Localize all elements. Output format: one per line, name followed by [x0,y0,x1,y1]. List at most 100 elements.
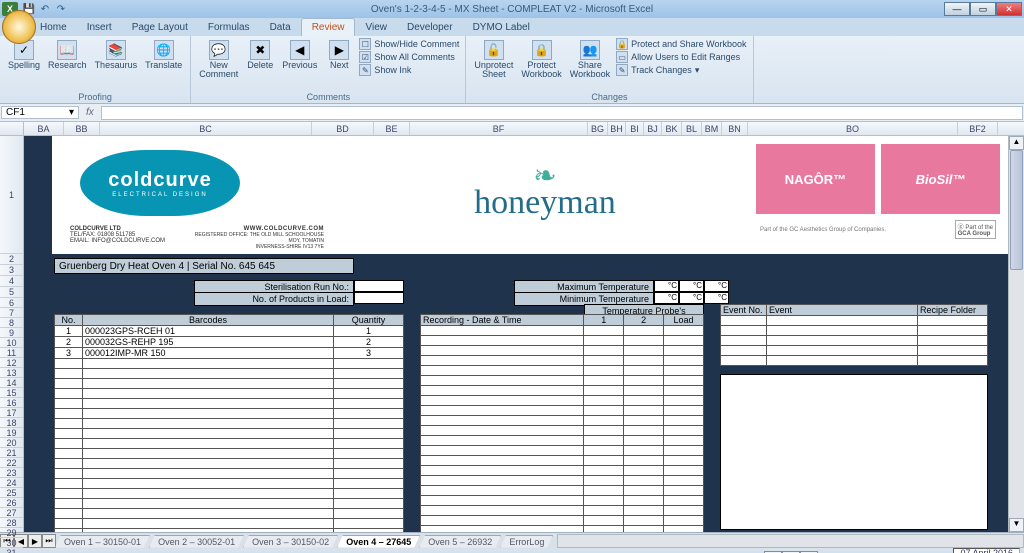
table-row[interactable] [55,439,404,449]
col-header[interactable]: BE [374,122,410,135]
table-row[interactable] [721,336,988,346]
tab-page-layout[interactable]: Page Layout [122,19,198,36]
table-row[interactable] [55,489,404,499]
table-row[interactable] [55,459,404,469]
table-row[interactable] [55,509,404,519]
worksheet[interactable]: coldcurve ELECTRICAL DESIGN COLDCURVE LT… [24,136,1008,532]
row-header[interactable]: 25 [0,488,23,498]
col-header[interactable]: BG [588,122,608,135]
row-header[interactable]: 12 [0,358,23,368]
col-header[interactable]: BN [722,122,748,135]
col-header[interactable]: BJ [644,122,662,135]
row-header[interactable]: 13 [0,368,23,378]
table-row[interactable] [55,369,404,379]
row-header[interactable]: 29 [0,528,23,538]
tab-home[interactable]: Home [30,19,77,36]
table-row[interactable] [421,356,704,366]
row-header[interactable]: 18 [0,418,23,428]
tab-nav-last-icon[interactable]: ⏭ [42,534,56,548]
row-header[interactable]: 22 [0,458,23,468]
row-header[interactable]: 17 [0,408,23,418]
row-header[interactable]: 16 [0,398,23,408]
table-row[interactable] [721,326,988,336]
sheet-tab[interactable]: Oven 4 – 27645 [337,535,420,548]
table-row[interactable] [421,386,704,396]
protect-workbook-button[interactable]: 🔒Protect Workbook [519,38,563,81]
new-comment-button[interactable]: 💬New Comment [197,38,240,81]
row-header[interactable]: 26 [0,498,23,508]
track-changes-button[interactable]: ✎Track Changes ▾ [616,64,746,76]
thesaurus-button[interactable]: 📚Thesaurus [93,38,140,72]
table-row[interactable] [421,496,704,506]
products-value[interactable] [354,292,404,304]
name-box[interactable]: CF1▾ [1,106,79,119]
col-header[interactable]: BA [24,122,64,135]
unprotect-sheet-button[interactable]: 🔓Unprotect Sheet [472,38,515,81]
row-header[interactable]: 24 [0,478,23,488]
delete-comment-button[interactable]: ✖Delete [244,38,276,72]
formula-input[interactable] [101,106,1023,120]
table-row[interactable] [55,379,404,389]
tab-review[interactable]: Review [301,18,356,36]
maximize-button[interactable]: ▭ [970,2,996,16]
scroll-down-icon[interactable]: ▼ [1009,518,1024,532]
minimize-button[interactable]: — [944,2,970,16]
sheet-tab[interactable]: Oven 5 – 26932 [419,535,501,548]
table-row[interactable] [421,346,704,356]
row-header[interactable]: 23 [0,468,23,478]
table-row[interactable] [421,526,704,533]
table-row[interactable] [421,516,704,526]
table-row[interactable] [421,336,704,346]
tab-nav-next-icon[interactable]: ▶ [28,534,42,548]
table-row[interactable] [421,446,704,456]
col-header[interactable]: BO [748,122,958,135]
office-button[interactable] [2,10,36,44]
col-header[interactable]: BL [682,122,702,135]
horizontal-scrollbar[interactable] [557,534,1024,548]
row-header[interactable]: 5 [0,287,23,298]
table-row[interactable] [55,499,404,509]
scroll-up-icon[interactable]: ▲ [1009,136,1024,150]
table-row[interactable] [55,449,404,459]
tab-view[interactable]: View [355,19,397,36]
sheet-tab[interactable]: Oven 2 – 30052-01 [149,535,244,548]
table-row[interactable] [421,366,704,376]
tab-formulas[interactable]: Formulas [198,19,260,36]
row-header[interactable]: 3 [0,265,23,276]
table-row[interactable] [421,396,704,406]
table-row[interactable]: 1000023GPS-RCEH 011 [55,326,404,337]
protect-share-button[interactable]: 🔒Protect and Share Workbook [616,38,746,50]
row-header[interactable]: 11 [0,348,23,358]
max-t2[interactable]: °C [679,280,704,292]
row-header[interactable]: 2 [0,254,23,265]
table-row[interactable] [55,419,404,429]
table-row[interactable] [721,346,988,356]
vertical-scrollbar[interactable]: ▲ ▼ [1008,136,1024,532]
max-t3[interactable]: °C [704,280,729,292]
table-row[interactable] [421,406,704,416]
col-header[interactable]: BF2 [958,122,998,135]
table-row[interactable] [421,466,704,476]
sheet-tab[interactable]: Oven 1 – 30150-01 [55,535,150,548]
row-header[interactable]: 7 [0,308,23,318]
row-header[interactable]: 15 [0,388,23,398]
translate-button[interactable]: 🌐Translate [143,38,184,72]
undo-icon[interactable]: ↶ [38,2,52,16]
col-header[interactable]: BC [100,122,312,135]
col-header[interactable]: BH [608,122,626,135]
table-row[interactable] [55,409,404,419]
table-row[interactable] [421,456,704,466]
tab-insert[interactable]: Insert [77,19,122,36]
col-header[interactable]: BM [702,122,722,135]
table-row[interactable]: 3000012IMP-MR 1503 [55,348,404,359]
table-row[interactable] [55,519,404,529]
max-t1[interactable]: °C [654,280,679,292]
sterilisation-value[interactable] [354,280,404,292]
row-header[interactable]: 30 [0,538,23,548]
next-comment-button[interactable]: ▶Next [323,38,355,72]
col-header[interactable]: BB [64,122,100,135]
row-header[interactable]: 27 [0,508,23,518]
row-header[interactable]: 14 [0,378,23,388]
tab-dymo[interactable]: DYMO Label [463,19,540,36]
show-hide-comment-button[interactable]: ☐Show/Hide Comment [359,38,459,50]
